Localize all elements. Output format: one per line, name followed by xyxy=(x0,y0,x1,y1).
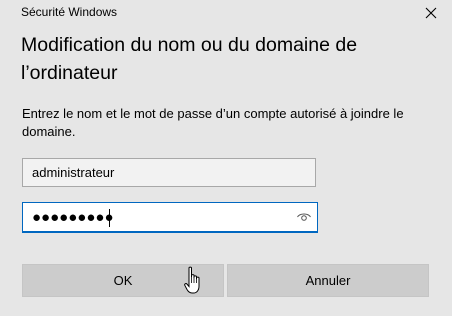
eye-icon[interactable] xyxy=(296,210,312,224)
cancel-button[interactable]: Annuler xyxy=(227,264,429,297)
password-value: ●●●●●●●●● xyxy=(32,209,114,226)
close-icon xyxy=(425,7,437,19)
text-caret xyxy=(109,209,110,227)
window-title: Sécurité Windows xyxy=(21,5,118,19)
title-bar: Sécurité Windows xyxy=(0,0,452,26)
password-field[interactable]: ●●●●●●●●● xyxy=(22,202,318,233)
dialog-description: Entrez le nom et le mot de passe d’un co… xyxy=(22,106,404,139)
security-dialog: Sécurité Windows Modification du nom ou … xyxy=(0,0,452,316)
hand-pointer-icon xyxy=(184,266,200,294)
username-field[interactable]: administrateur xyxy=(22,158,316,187)
dialog-heading: Modification du nom ou du domaine de l’o… xyxy=(21,34,358,84)
close-button[interactable] xyxy=(414,0,448,26)
